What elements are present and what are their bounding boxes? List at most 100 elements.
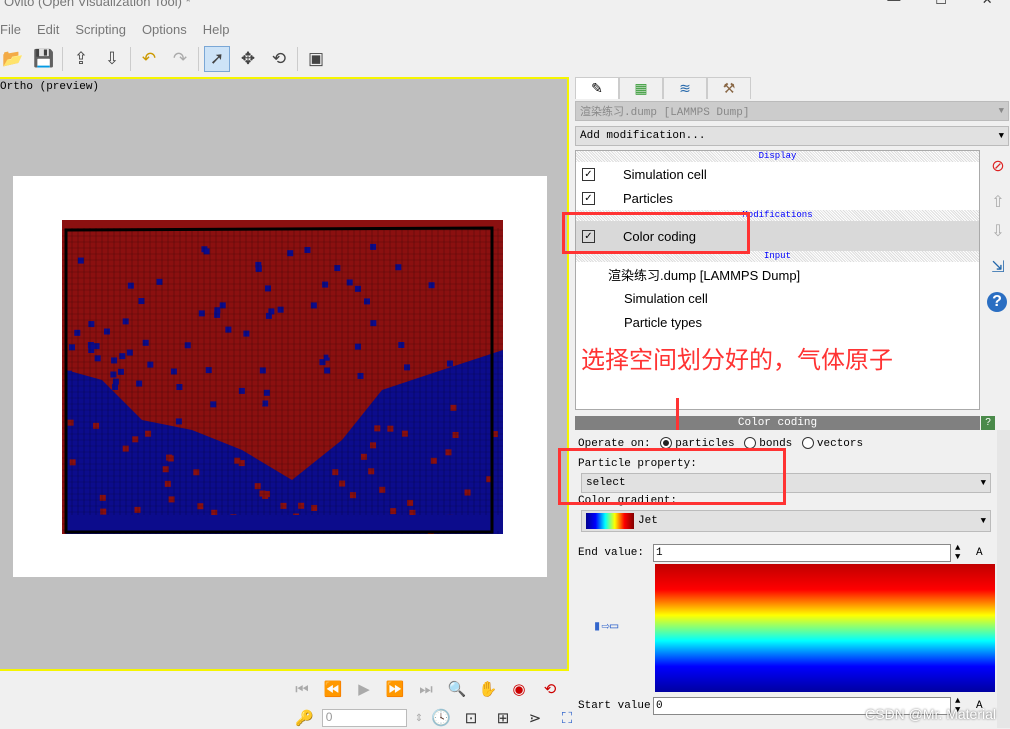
particle [112, 383, 119, 390]
delete-icon[interactable]: ⊘ [987, 155, 1009, 177]
spinner-arrows-icon[interactable]: ⇕ [415, 713, 423, 724]
unit-label: A [976, 547, 983, 559]
chevron-down-icon: ▼ [998, 106, 1004, 116]
close-button[interactable]: ✕ [982, 0, 993, 10]
save-modifier-icon[interactable]: ⇲ [987, 256, 1009, 278]
clock-icon[interactable]: 🕓 [431, 708, 451, 728]
play-icon[interactable]: ▶ [352, 678, 376, 700]
item-label: Simulation cell [623, 166, 707, 182]
particle [175, 418, 182, 425]
list-item[interactable]: Simulation cell [576, 286, 979, 310]
particle [409, 509, 416, 516]
fov-icon[interactable]: ⋗ [523, 707, 547, 729]
particle [263, 389, 270, 396]
viewport-label[interactable]: Ortho (preview) [0, 81, 99, 93]
help-icon[interactable]: ? [987, 292, 1007, 312]
particle [203, 248, 210, 255]
viewport[interactable]: Ortho (preview) [0, 77, 569, 671]
window-controls: — ☐ ✕ [870, 0, 1010, 10]
import-icon[interactable]: ⇪ [68, 46, 94, 72]
zoom-all-icon[interactable]: ⊞ [491, 707, 515, 729]
radio-vectors[interactable] [801, 437, 814, 449]
tab-overlays[interactable]: ≋ [663, 77, 707, 99]
move-up-icon[interactable]: ⇧ [987, 191, 1009, 213]
divider [297, 47, 298, 71]
key-icon[interactable]: 🔑 [295, 709, 314, 727]
pan-icon[interactable]: ✋ [476, 678, 500, 700]
prev-frame-icon[interactable]: ⏪ [321, 678, 345, 700]
next-frame-icon[interactable]: ⏩ [383, 678, 407, 700]
bottom-layer [66, 515, 503, 531]
window-title: Ovito (Open Visualization Tool) * [4, 0, 191, 9]
particle [166, 454, 173, 461]
pick-orbit-icon[interactable]: ⟲ [538, 678, 562, 700]
end-value-spinner[interactable]: ▲ ▼ [955, 544, 960, 562]
particle [103, 328, 110, 335]
annotation-arrow [676, 398, 679, 430]
list-item[interactable]: ✓ Particles [576, 186, 979, 210]
select-icon[interactable]: ➚ [204, 46, 230, 72]
divider [198, 47, 199, 71]
particle [147, 361, 154, 368]
annotation-box-property [558, 448, 786, 505]
particle [322, 281, 329, 288]
animation-controls: ⏮ ⏪ ▶ ⏩ ⏭ 🔍 ✋ ◉ ⟲ [290, 678, 562, 700]
first-frame-icon[interactable]: ⏮ [290, 678, 314, 700]
particle [390, 508, 397, 515]
particle [127, 282, 134, 289]
menu-options[interactable]: Options [142, 22, 187, 40]
move-icon[interactable]: ✥ [235, 46, 261, 72]
particle [146, 328, 153, 335]
gradient-dropdown[interactable]: Jet ▼ [581, 510, 991, 532]
undo-icon[interactable]: ↶ [136, 46, 162, 72]
rollout-help-button[interactable]: ? [981, 416, 995, 430]
particle [243, 330, 250, 337]
menu-file[interactable]: File [0, 22, 21, 40]
menu-edit[interactable]: Edit [37, 22, 59, 40]
adjust-range-icon[interactable]: ▮⇨▭ [593, 618, 618, 635]
particle [77, 257, 84, 264]
particle [349, 492, 356, 499]
tab-render[interactable]: ▦ [619, 77, 663, 99]
particle-system [62, 220, 503, 534]
render-icon[interactable]: ▣ [303, 46, 329, 72]
list-item[interactable]: ✓ Simulation cell [576, 162, 979, 186]
frame-spinner[interactable]: 0 [321, 709, 407, 727]
redo-icon[interactable]: ↷ [167, 46, 193, 72]
tab-utilities[interactable]: ⚒ [707, 77, 751, 99]
checkbox[interactable]: ✓ [582, 191, 595, 205]
particle [122, 318, 129, 325]
particle [459, 398, 466, 405]
move-down-icon[interactable]: ⇩ [987, 220, 1009, 242]
save-icon[interactable]: 💾 [31, 46, 57, 72]
particle [441, 288, 448, 295]
particle [445, 449, 452, 456]
panel-scrollbar[interactable] [997, 430, 1010, 728]
tab-modify[interactable]: ✎ [575, 77, 619, 99]
rotate-icon[interactable]: ⟲ [266, 46, 292, 72]
annotation-text: 选择空间划分好的，气体原子 [581, 346, 893, 374]
menu-help[interactable]: Help [203, 22, 230, 40]
particle [142, 339, 149, 346]
zoom-icon[interactable]: 🔍 [445, 678, 469, 700]
export-icon[interactable]: ⇩ [99, 46, 125, 72]
list-item[interactable]: Particle types [576, 310, 979, 334]
add-modification-dropdown[interactable]: Add modification... ▼ [575, 126, 1009, 146]
menu-scripting[interactable]: Scripting [75, 22, 126, 40]
zoom-scene-icon[interactable]: ⊡ [459, 707, 483, 729]
source-selector[interactable]: 渲染练习.dump [LAMMPS Dump] ▼ [575, 101, 1009, 121]
particle [368, 468, 375, 475]
orbit-icon[interactable]: ◉ [507, 678, 531, 700]
last-frame-icon[interactable]: ⏭ [414, 678, 438, 700]
add-modification-label: Add modification... [580, 130, 706, 142]
end-value-input[interactable]: 1 [653, 544, 951, 562]
particle [370, 442, 377, 449]
list-item[interactable]: 渲染练习.dump [LAMMPS Dump] [576, 262, 979, 286]
particle [401, 430, 408, 437]
particle [346, 279, 353, 286]
minimize-button[interactable]: — [887, 0, 900, 10]
checkbox[interactable]: ✓ [582, 167, 595, 181]
maximize-button[interactable]: ☐ [935, 0, 947, 10]
chevron-down-icon: ▼ [980, 478, 986, 488]
open-file-icon[interactable]: 📂 [0, 46, 26, 72]
